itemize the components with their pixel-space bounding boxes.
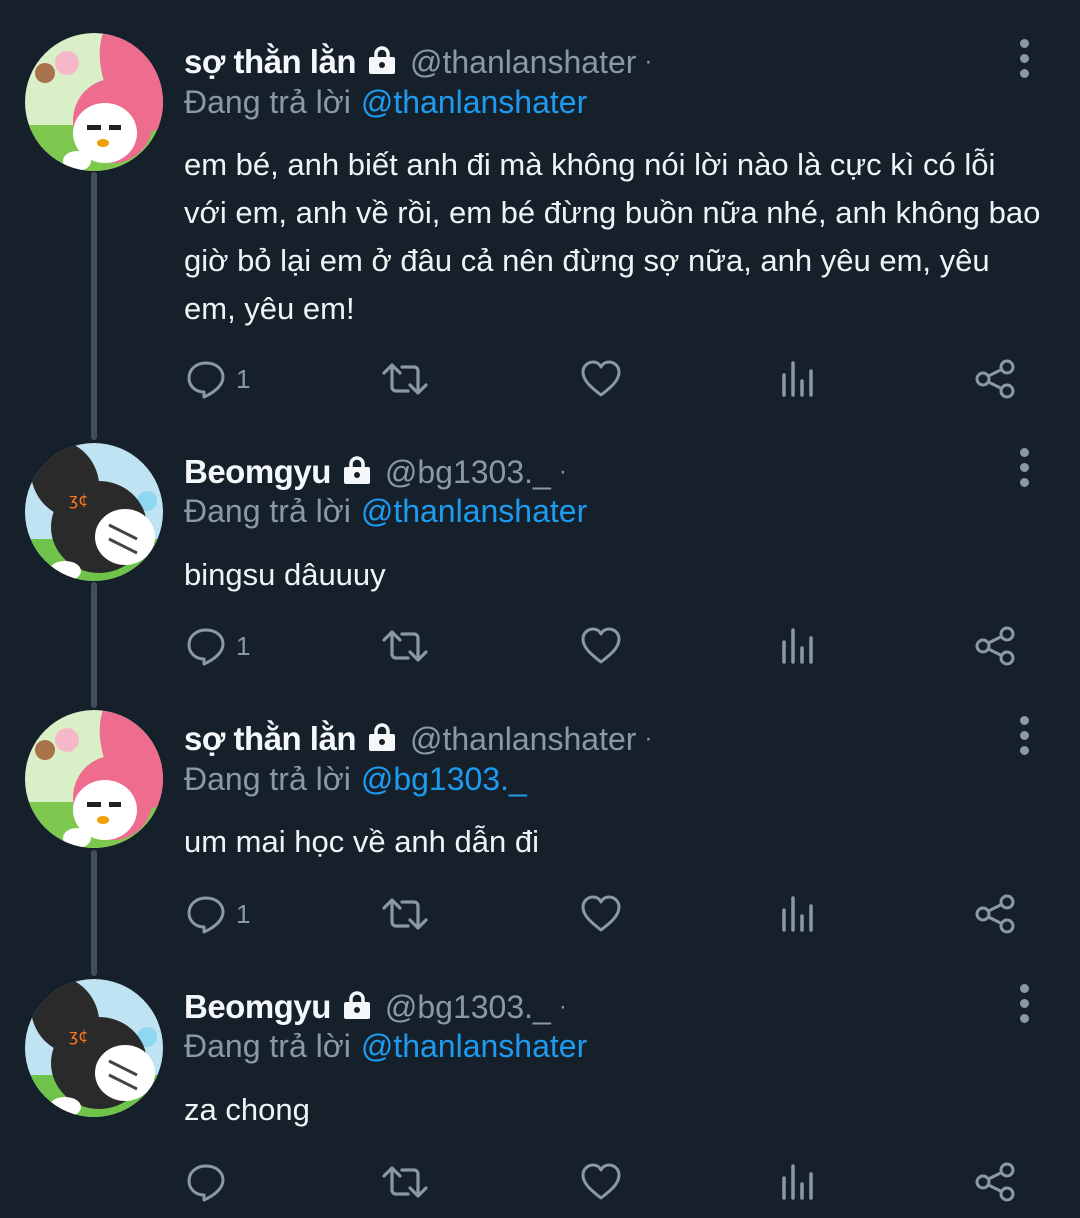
svg-text:ʒ¢: ʒ¢ [69, 1026, 88, 1045]
action-bar: 1 [0, 890, 1080, 938]
like-button[interactable] [580, 890, 622, 938]
views-button[interactable] [780, 1158, 816, 1206]
heart-icon [581, 1163, 621, 1200]
tweet-header: sợ thằn lằn @thanlanshater · [184, 40, 652, 84]
reply-icon [187, 896, 225, 934]
reply-thread: sợ thằn lằn @thanlanshater · Đang trả lờ… [0, 0, 1080, 1218]
replying-to: Đang trả lời @thanlanshater [184, 1028, 587, 1065]
views-button[interactable] [780, 622, 816, 670]
more-vertical-icon[interactable] [1006, 713, 1042, 757]
mention-link[interactable]: @thanlanshater [361, 1028, 587, 1064]
lock-icon [366, 722, 398, 757]
replying-to: Đang trả lời @thanlanshater [184, 493, 587, 530]
tweet-text: za chong [184, 1092, 310, 1127]
black-bunny-avatar: ʒ¢ [25, 443, 163, 581]
tweet-text: bingsu dâuuuy [184, 557, 386, 592]
svg-text:ʒ¢: ʒ¢ [69, 490, 88, 509]
analytics-icon [782, 361, 813, 397]
separator-dot: · [558, 993, 567, 1020]
reply-count: 1 [236, 363, 251, 394]
views-button[interactable] [780, 355, 816, 403]
reply-count: 1 [236, 898, 251, 929]
share-icon [975, 1162, 1015, 1202]
like-button[interactable] [580, 1158, 622, 1206]
avatar[interactable] [25, 33, 163, 171]
replying-to: Đang trả lời @thanlanshater [184, 84, 587, 121]
heart-icon [581, 895, 621, 932]
avatar[interactable] [25, 710, 163, 848]
mention-link[interactable]: @thanlanshater [361, 493, 587, 529]
share-button[interactable] [974, 1158, 1016, 1206]
action-bar: 1 [0, 622, 1080, 670]
share-button[interactable] [974, 622, 1016, 670]
reply-icon [187, 361, 225, 399]
tweet-text: em bé, anh biết anh đi mà không nói lời … [184, 147, 1041, 326]
heart-icon [581, 627, 621, 664]
heart-icon [581, 360, 621, 397]
analytics-icon [782, 1164, 813, 1200]
tweet-header: Beomgyu @bg1303._ · [184, 985, 567, 1029]
tweet-header: sợ thằn lằn @thanlanshater · [184, 717, 652, 761]
replying-to-label: Đang trả lời [184, 84, 351, 120]
replying-to-label: Đang trả lời [184, 493, 351, 529]
share-icon [975, 894, 1015, 934]
share-icon [975, 626, 1015, 666]
user-handle[interactable]: @thanlanshater [410, 44, 636, 81]
display-name[interactable]: sợ thằn lằn [184, 720, 357, 758]
user-handle[interactable]: @bg1303._ [385, 454, 551, 491]
more-vertical-icon[interactable] [1006, 981, 1042, 1025]
lock-icon [341, 455, 373, 490]
display-name[interactable]: Beomgyu [184, 988, 331, 1026]
reply-button[interactable] [186, 1158, 236, 1206]
share-icon [975, 359, 1015, 399]
like-button[interactable] [580, 622, 622, 670]
more-vertical-icon[interactable] [1006, 445, 1042, 489]
mention-link[interactable]: @thanlanshater [361, 84, 587, 120]
analytics-icon [782, 896, 813, 932]
views-button[interactable] [780, 890, 816, 938]
replying-to-label: Đang trả lời [184, 761, 351, 797]
analytics-icon [782, 628, 813, 664]
replying-to: Đang trả lời @bg1303._ [184, 761, 527, 798]
user-handle[interactable]: @bg1303._ [385, 989, 551, 1026]
avatar[interactable]: ʒ¢ [25, 979, 163, 1117]
display-name[interactable]: Beomgyu [184, 453, 331, 491]
retweet-button[interactable] [382, 890, 428, 938]
retweet-button[interactable] [382, 622, 428, 670]
lock-icon [341, 990, 373, 1025]
reply-count: 1 [236, 630, 251, 661]
reply-button[interactable]: 1 [186, 355, 250, 403]
retweet-icon [382, 1166, 428, 1198]
retweet-icon [382, 898, 428, 930]
black-bunny-avatar: ʒ¢ [25, 979, 163, 1117]
lock-icon [366, 45, 398, 80]
retweet-button[interactable] [382, 1158, 428, 1206]
separator-dot: · [558, 458, 567, 485]
retweet-icon [382, 363, 428, 395]
mention-link[interactable]: @bg1303._ [361, 761, 527, 797]
action-bar [0, 1158, 1080, 1206]
action-bar: 1 [0, 355, 1080, 403]
reply-icon [187, 1164, 225, 1202]
tweet-header: Beomgyu @bg1303._ · [184, 450, 567, 494]
separator-dot: · [644, 725, 653, 752]
display-name[interactable]: sợ thằn lằn [184, 43, 357, 81]
tweet-text: um mai học về anh dẫn đi [184, 824, 539, 859]
replying-to-label: Đang trả lời [184, 1028, 351, 1064]
retweet-button[interactable] [382, 355, 428, 403]
share-button[interactable] [974, 890, 1016, 938]
share-button[interactable] [974, 355, 1016, 403]
avatar[interactable]: ʒ¢ [25, 443, 163, 581]
separator-dot: · [644, 48, 653, 75]
user-handle[interactable]: @thanlanshater [410, 721, 636, 758]
retweet-icon [382, 630, 428, 662]
pink-bunny-avatar [25, 33, 163, 171]
more-vertical-icon[interactable] [1006, 36, 1042, 80]
like-button[interactable] [580, 355, 622, 403]
reply-button[interactable]: 1 [186, 622, 250, 670]
pink-bunny-avatar [25, 710, 163, 848]
reply-icon [187, 628, 225, 666]
reply-button[interactable]: 1 [186, 890, 250, 938]
